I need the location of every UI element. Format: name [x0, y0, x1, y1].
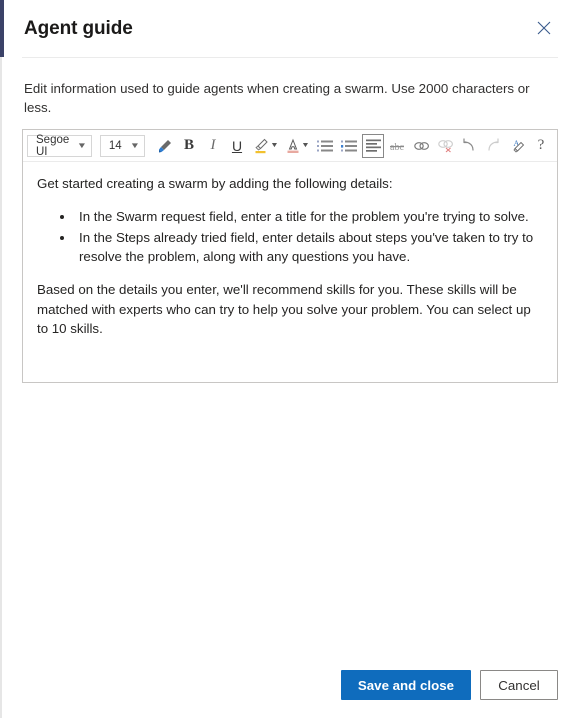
dialog-footer: Save and close Cancel	[0, 670, 580, 718]
list-item: In the Swarm request field, enter a titl…	[75, 207, 543, 226]
strikethrough-button[interactable]: abc	[386, 134, 408, 158]
clear-formatting-icon: A	[509, 138, 526, 153]
editor-bullet-list: In the Swarm request field, enter a titl…	[37, 207, 543, 266]
help-icon: ?	[537, 137, 545, 154]
font-size-select[interactable]: 14 ▼	[99, 134, 145, 157]
close-button[interactable]	[530, 14, 558, 42]
font-size-value: 14	[108, 139, 122, 152]
page-title: Agent guide	[24, 17, 133, 39]
help-button[interactable]: ?	[530, 134, 552, 158]
underline-button[interactable]: U	[226, 134, 248, 158]
align-left-icon	[365, 139, 381, 152]
bulleted-list-icon	[317, 139, 333, 153]
redo-icon	[485, 138, 501, 153]
save-and-close-button[interactable]: Save and close	[340, 670, 471, 700]
font-color-icon	[285, 138, 301, 154]
rich-text-editor: Segoe UI ▼ 14 ▼ B I U ▼ ▼ abc A ? Get st…	[22, 129, 558, 384]
chevron-down-icon: ▼	[301, 142, 310, 150]
unlink-icon	[437, 138, 454, 153]
italic-button[interactable]: I	[202, 134, 224, 158]
editor-intro-paragraph: Get started creating a swarm by adding t…	[37, 176, 393, 192]
highlight-color-button[interactable]: ▼	[250, 134, 280, 158]
clear-formatting-button[interactable]: A	[506, 134, 528, 158]
italic-icon: I	[210, 137, 216, 154]
format-painter-icon	[157, 138, 173, 154]
undo-icon	[461, 138, 477, 153]
bold-button[interactable]: B	[178, 134, 200, 158]
bulleted-list-button[interactable]	[314, 134, 336, 158]
chevron-down-icon: ▼	[129, 140, 141, 150]
undo-button[interactable]	[458, 134, 480, 158]
font-color-button[interactable]: ▼	[282, 134, 312, 158]
align-left-button[interactable]	[362, 133, 384, 158]
insert-link-button[interactable]	[410, 134, 432, 158]
link-icon	[413, 139, 430, 153]
chevron-down-icon: ▼	[269, 142, 279, 150]
underline-icon: U	[231, 137, 243, 154]
dialog-description: Edit information used to guide agents wh…	[24, 81, 530, 115]
bold-icon: B	[183, 137, 194, 154]
editor-content-area[interactable]: Get started creating a swarm by adding t…	[23, 162, 557, 382]
format-painter-button[interactable]	[154, 134, 176, 158]
remove-link-button[interactable]	[434, 134, 456, 158]
redo-button[interactable]	[482, 134, 504, 158]
close-icon	[537, 21, 551, 35]
list-item: In the Steps already tried field, enter …	[75, 228, 543, 267]
editor-closing-paragraph: Based on the details you enter, we'll re…	[37, 282, 531, 336]
agent-guide-dialog: Agent guide Edit information used to gui…	[0, 0, 580, 718]
dialog-header: Agent guide	[22, 0, 558, 57]
chevron-down-icon: ▼	[76, 140, 88, 150]
font-family-select[interactable]: Segoe UI ▼	[27, 133, 92, 158]
svg-text:abc: abc	[390, 142, 404, 153]
numbered-list-button[interactable]	[338, 134, 360, 158]
font-family-value: Segoe UI	[36, 133, 70, 158]
highlight-color-icon	[253, 138, 270, 154]
numbered-list-icon	[341, 139, 357, 153]
strikethrough-icon: abc	[389, 139, 405, 153]
cancel-button[interactable]: Cancel	[480, 670, 558, 700]
editor-toolbar: Segoe UI ▼ 14 ▼ B I U ▼ ▼ abc A ?	[23, 130, 557, 163]
